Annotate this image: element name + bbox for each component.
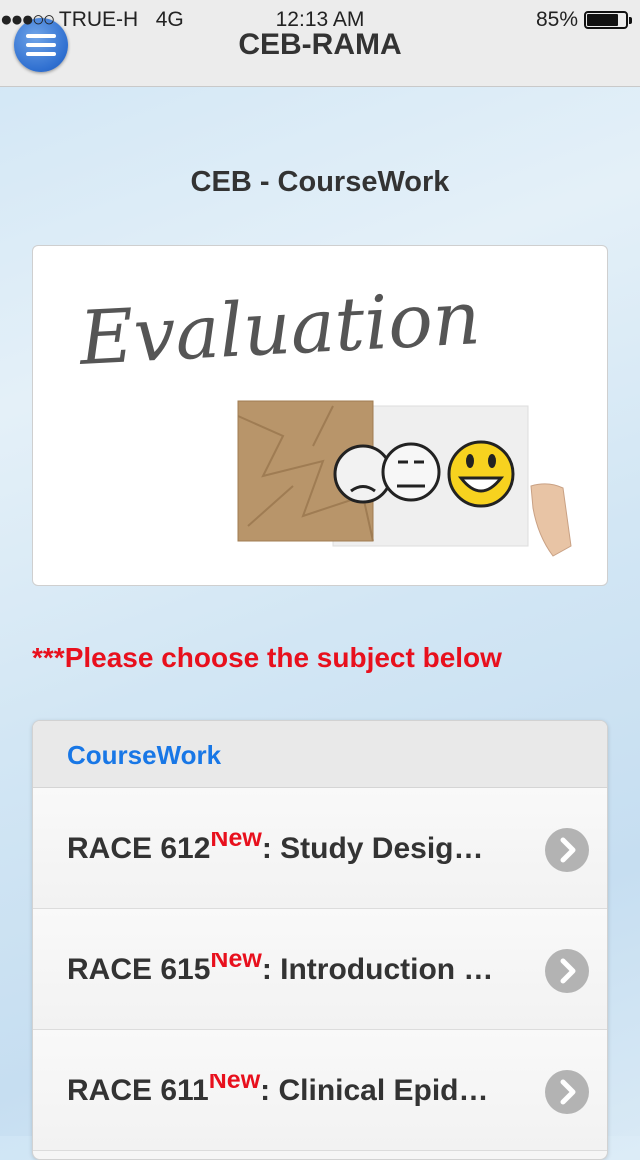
list-item-race-615[interactable]: RACE 615New: Introduction … [33, 909, 607, 1030]
coursework-list: CourseWork RACE 612New: Study Desig… RAC… [32, 720, 608, 1160]
page-title: CEB - CourseWork [190, 166, 450, 198]
banner-title: Evaluation [75, 275, 482, 382]
chevron-right-icon [545, 949, 589, 993]
list-item-race-612[interactable]: RACE 612New: Study Desig… [33, 788, 607, 909]
status-time: 12:13 AM [275, 8, 365, 31]
battery-icon [584, 11, 632, 29]
course-code: RACE 612 [67, 832, 211, 865]
course-title: : Clinical Epid… [260, 1074, 489, 1107]
battery-percent: 85% [535, 8, 578, 31]
evaluation-banner-image: Evaluation [32, 245, 608, 586]
chevron-right-icon [545, 828, 589, 872]
list-item-race-611[interactable]: RACE 611New: Clinical Epid… [33, 1030, 607, 1151]
new-badge: New [210, 832, 262, 852]
chevron-right-icon [545, 1070, 589, 1114]
list-item-label: RACE 611New: Clinical Epid… [67, 1074, 527, 1108]
status-bar: ●●●○○ TRUE-H 4G 12:13 AM 85% [0, 0, 640, 40]
list-item-label: RACE 612New: Study Desig… [67, 832, 527, 866]
list-header: CourseWork [33, 721, 607, 788]
instruction-text: ***Please choose the subject below [32, 642, 502, 673]
list-item-label: RACE 615New: Introduction … [67, 953, 527, 987]
course-code: RACE 615 [67, 953, 211, 986]
evaluation-illustration: Evaluation [75, 275, 572, 557]
course-title: : Study Desig… [261, 832, 484, 865]
course-title: : Introduction … [261, 953, 494, 986]
course-code: RACE 611 [67, 1074, 209, 1107]
new-badge: New [208, 1074, 261, 1094]
new-badge: New [210, 953, 262, 973]
